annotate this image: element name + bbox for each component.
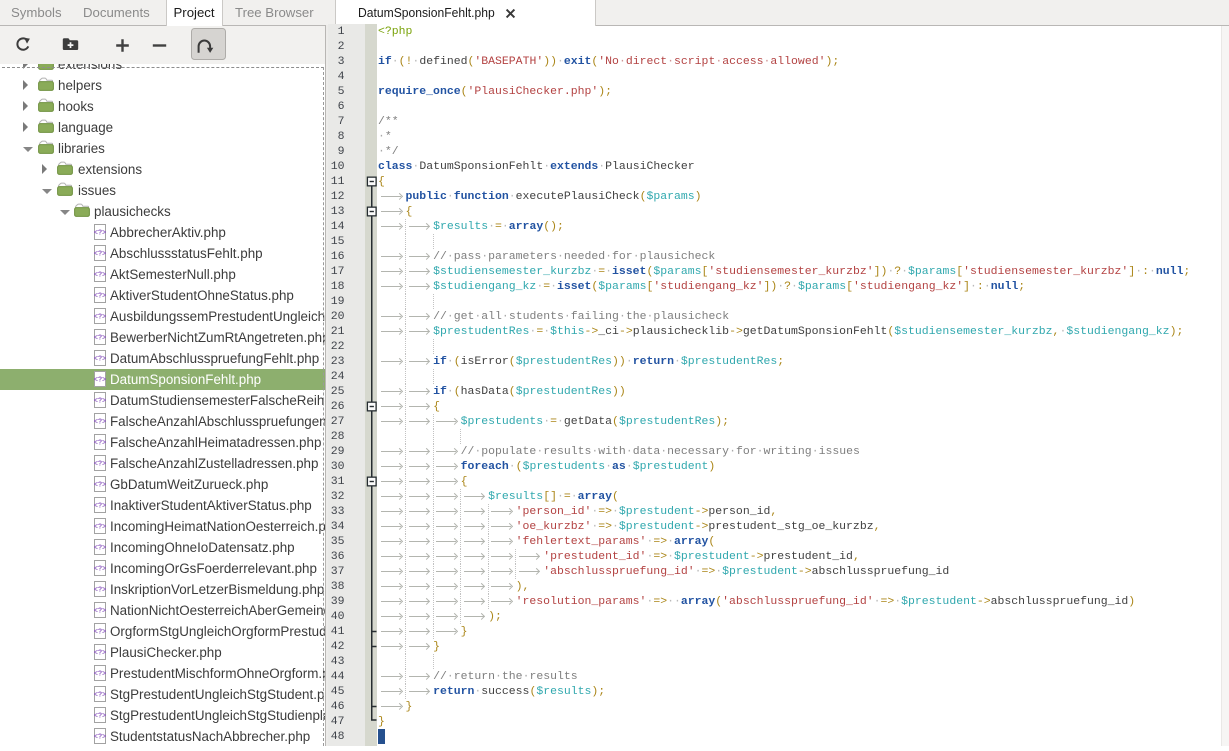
svg-text:<?>: <?>	[94, 713, 106, 720]
svg-text:<?>: <?>	[94, 293, 106, 300]
svg-text:<?>: <?>	[94, 608, 106, 615]
svg-text:<?>: <?>	[94, 377, 106, 384]
svg-text:<?>: <?>	[94, 251, 106, 258]
svg-text:<?>: <?>	[94, 398, 106, 405]
svg-text:<?>: <?>	[94, 335, 106, 342]
svg-text:<?>: <?>	[94, 545, 106, 552]
svg-text:<?>: <?>	[94, 503, 106, 510]
svg-text:<?>: <?>	[94, 272, 106, 279]
svg-text:<?>: <?>	[94, 314, 106, 321]
svg-text:<?>: <?>	[94, 482, 106, 489]
svg-text:<?>: <?>	[94, 671, 106, 678]
svg-text:<?>: <?>	[94, 461, 106, 468]
svg-text:<?>: <?>	[94, 650, 106, 657]
svg-text:<?>: <?>	[94, 356, 106, 363]
svg-text:<?>: <?>	[94, 734, 106, 741]
svg-text:<?>: <?>	[94, 587, 106, 594]
svg-text:<?>: <?>	[94, 629, 106, 636]
svg-text:<?>: <?>	[94, 440, 106, 447]
svg-text:<?>: <?>	[94, 692, 106, 699]
svg-text:<?>: <?>	[94, 419, 106, 426]
svg-text:<?>: <?>	[94, 566, 106, 573]
svg-text:<?>: <?>	[94, 524, 106, 531]
svg-text:<?>: <?>	[94, 230, 106, 237]
